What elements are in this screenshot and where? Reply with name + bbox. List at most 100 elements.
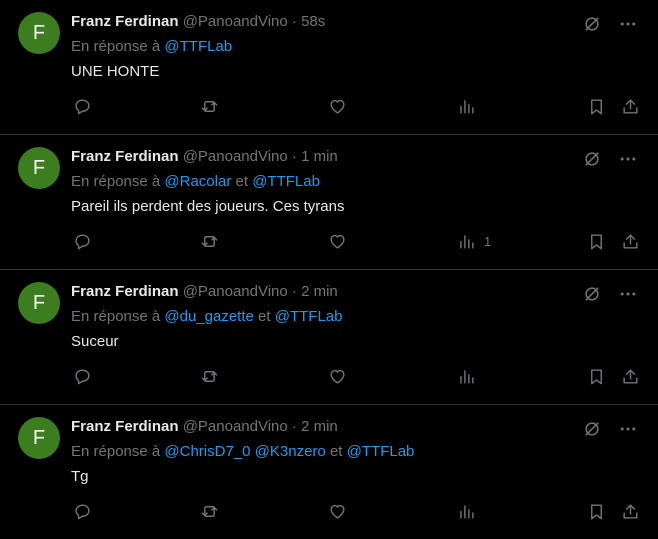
separator-dot: · (291, 283, 297, 300)
views-button[interactable]: 1 (457, 232, 491, 251)
share-button[interactable] (621, 232, 640, 251)
mention-link[interactable]: @ChrisD7_0 (164, 443, 250, 460)
views-button[interactable] (457, 97, 484, 116)
reply-prefix: En réponse à (71, 308, 161, 325)
mention-separator: et (329, 443, 343, 460)
retweet-button[interactable] (200, 367, 219, 386)
mention-link[interactable]: @Racolar (164, 173, 231, 190)
bookmark-icon (591, 369, 602, 385)
mention-link[interactable]: @K3nzero (255, 443, 326, 460)
avatar[interactable]: F (18, 282, 60, 324)
grok-icon[interactable] (582, 14, 602, 39)
like-button[interactable] (328, 502, 347, 521)
retweet-button[interactable] (200, 502, 219, 521)
reply-button[interactable] (73, 502, 92, 521)
tweet[interactable]: F Franz Ferdinan @PanoandVino · 2 min En… (0, 270, 658, 405)
tweet-header: Franz Ferdinan @PanoandVino · 58s (71, 12, 642, 32)
grok-icon[interactable] (582, 284, 602, 309)
more-icon[interactable] (618, 284, 638, 309)
mention-link[interactable]: @TTFLab (347, 443, 415, 460)
tweet-text: Suceur (71, 333, 119, 350)
reply-prefix: En réponse à (71, 173, 161, 190)
tweet-top-icons (582, 284, 638, 309)
avatar[interactable]: F (18, 417, 60, 459)
reply-context: En réponse à @ChrisD7_0 @K3nzero et @TTF… (71, 442, 642, 462)
bookmark-button[interactable] (587, 97, 606, 116)
views-button[interactable] (457, 502, 484, 521)
retweet-icon (201, 506, 218, 517)
like-button[interactable] (328, 232, 347, 251)
mention-link[interactable]: @du_gazette (164, 308, 253, 325)
tweet[interactable]: F Franz Ferdinan @PanoandVino · 58s En r… (0, 0, 658, 135)
separator-dot: · (291, 418, 297, 435)
author-name[interactable]: Franz Ferdinan (71, 418, 179, 435)
grok-icon[interactable] (582, 419, 602, 444)
reply-icon (75, 369, 90, 385)
share-button[interactable] (621, 502, 640, 521)
tweet-actions (71, 502, 642, 526)
bookmark-button[interactable] (587, 232, 606, 251)
retweet-icon (201, 371, 218, 382)
like-icon (330, 234, 345, 249)
reply-context: En réponse à @TTFLab (71, 37, 642, 57)
tweet-text: Pareil ils perdent des joueurs. Ces tyra… (71, 198, 345, 215)
mention-link[interactable]: @TTFLab (164, 38, 232, 55)
views-button[interactable] (457, 367, 484, 386)
bookmark-button[interactable] (587, 367, 606, 386)
bookmark-icon (591, 99, 602, 115)
views-icon (460, 235, 474, 249)
mention-separator: et (258, 308, 271, 325)
reply-prefix: En réponse à (71, 443, 161, 460)
separator-dot: · (291, 148, 297, 165)
mention-link[interactable]: @TTFLab (252, 173, 320, 190)
timestamp[interactable]: 58s (301, 13, 325, 30)
reply-icon (75, 234, 90, 250)
tweet[interactable]: F Franz Ferdinan @PanoandVino · 2 min En… (0, 405, 658, 539)
tweet-text: UNE HONTE (71, 63, 160, 80)
more-icon[interactable] (618, 14, 638, 39)
tweet-text: Tg (71, 468, 89, 485)
tweet-content: Franz Ferdinan @PanoandVino · 2 min En r… (71, 282, 642, 352)
reply-button[interactable] (73, 232, 92, 251)
author-handle[interactable]: @PanoandVino (183, 148, 288, 165)
reply-prefix: En réponse à (71, 38, 161, 55)
grok-icon[interactable] (582, 149, 602, 174)
mention-link[interactable]: @TTFLab (275, 308, 343, 325)
like-button[interactable] (328, 367, 347, 386)
tweet-actions: 1 (71, 232, 642, 256)
share-button[interactable] (621, 97, 640, 116)
retweet-icon (201, 236, 218, 247)
tweet-header: Franz Ferdinan @PanoandVino · 2 min (71, 417, 642, 437)
reply-icon (75, 504, 90, 520)
like-icon (330, 99, 345, 114)
timestamp[interactable]: 2 min (301, 418, 338, 435)
timestamp[interactable]: 2 min (301, 283, 338, 300)
author-handle[interactable]: @PanoandVino (183, 418, 288, 435)
author-name[interactable]: Franz Ferdinan (71, 283, 179, 300)
retweet-button[interactable] (200, 232, 219, 251)
tweet-top-icons (582, 419, 638, 444)
share-button[interactable] (621, 367, 640, 386)
author-handle[interactable]: @PanoandVino (183, 13, 288, 30)
like-button[interactable] (328, 97, 347, 116)
share-icon (623, 369, 638, 384)
tweet[interactable]: F Franz Ferdinan @PanoandVino · 1 min En… (0, 135, 658, 270)
reply-icon (75, 99, 90, 115)
author-name[interactable]: Franz Ferdinan (71, 148, 179, 165)
bookmark-icon (591, 234, 602, 250)
author-handle[interactable]: @PanoandVino (183, 283, 288, 300)
bookmark-button[interactable] (587, 502, 606, 521)
avatar[interactable]: F (18, 12, 60, 54)
tweet-header: Franz Ferdinan @PanoandVino · 2 min (71, 282, 642, 302)
tweet-top-icons (582, 14, 638, 39)
more-icon[interactable] (618, 419, 638, 444)
author-name[interactable]: Franz Ferdinan (71, 13, 179, 30)
tweet-actions (71, 367, 642, 391)
reply-button[interactable] (73, 97, 92, 116)
avatar[interactable]: F (18, 147, 60, 189)
retweet-button[interactable] (200, 97, 219, 116)
more-icon[interactable] (618, 149, 638, 174)
timestamp[interactable]: 1 min (301, 148, 338, 165)
tweet-feed: F Franz Ferdinan @PanoandVino · 58s En r… (0, 0, 658, 539)
reply-button[interactable] (73, 367, 92, 386)
